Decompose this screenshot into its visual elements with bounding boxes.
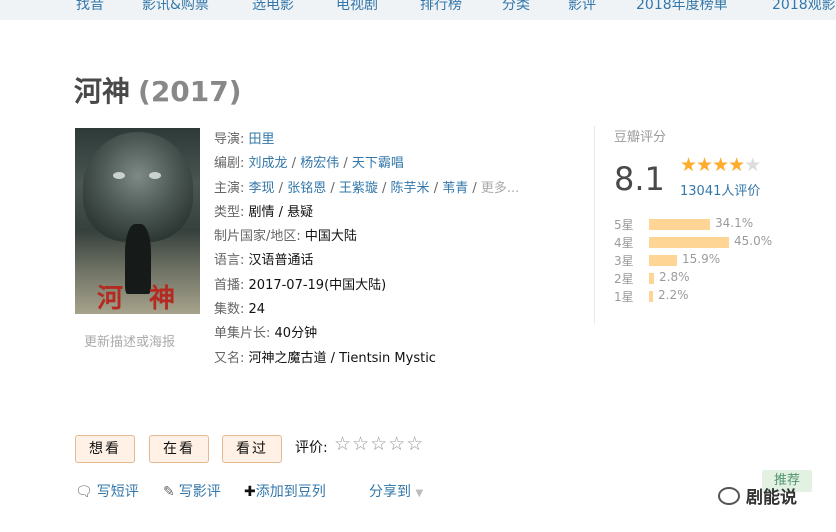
rate-label: 评价:: [295, 440, 328, 456]
language-value: 汉语普通话: [248, 253, 314, 269]
info-writers: 编剧: 刘成龙 / 杨宏伟 / 天下霸唱: [214, 156, 404, 172]
rate-stars-input[interactable]: ☆☆☆☆☆: [334, 433, 424, 455]
rating-title: 豆瓣评分: [614, 130, 667, 145]
rating-stars-icon: ★★★★★: [680, 154, 761, 176]
director-label: 导演:: [214, 132, 245, 147]
runtime-value: 40分钟: [274, 326, 318, 342]
cast-label: 主演:: [214, 180, 245, 196]
director-link[interactable]: 田里: [249, 132, 275, 147]
genre-label: 类型:: [214, 204, 245, 220]
info-block: 导演: 田里 编剧: 刘成龙 / 杨宏伟 / 天下霸唱 主演: 李现 / 张铭恩…: [214, 128, 534, 371]
write-short-review-link[interactable]: 🗨 写短评: [75, 481, 139, 501]
info-director: 导演: 田里: [214, 128, 534, 152]
aka-value: 河神之魔古道 / Tientsin Mystic: [248, 350, 436, 366]
watermark: 剧能说: [718, 483, 797, 508]
poster-eye: [149, 172, 161, 179]
nav-item[interactable]: 电视剧: [336, 0, 378, 14]
info-premiere: 首播: 2017-07-19(中国大陆): [214, 274, 534, 298]
rating-panel: 豆瓣评分 8.1 ★★★★★ 13041人评价 5星 34.1% 4星 45.0…: [594, 126, 794, 324]
rating-bar: [649, 237, 729, 248]
rating-row-label: 5星: [614, 218, 634, 232]
writer-label: 编剧:: [214, 156, 245, 172]
add-to-doulist-link[interactable]: ✚添加到豆列: [244, 481, 326, 501]
star-filled-icon: ★: [696, 154, 713, 176]
premiere-value: 2017-07-19(中国大陆): [248, 277, 387, 293]
share-dropdown[interactable]: 分享到 ▼: [369, 481, 423, 501]
cast-more-link[interactable]: 更多...: [481, 181, 519, 196]
poster-title-art: 河 神: [81, 278, 194, 314]
want-to-watch-button[interactable]: 想看: [75, 435, 135, 463]
title-year: (2017): [138, 75, 242, 108]
watching-button[interactable]: 在看: [149, 435, 209, 463]
poster-image[interactable]: 河 神: [75, 128, 200, 314]
rating-row-label: 3星: [614, 254, 634, 268]
info-episodes: 集数: 24: [214, 298, 534, 322]
writer-link[interactable]: 天下霸唱: [352, 156, 404, 171]
nav-item[interactable]: 分类: [502, 0, 530, 14]
page-title: 河神 (2017): [74, 70, 242, 110]
cast-link[interactable]: 李现: [249, 181, 275, 196]
cast-link[interactable]: 张铭恩: [287, 181, 326, 196]
info-runtime: 单集片长: 40分钟: [214, 322, 534, 346]
star-empty-icon: ★: [744, 154, 761, 176]
nav-item[interactable]: 影讯&购票: [142, 0, 209, 14]
writer-link[interactable]: 刘成龙: [249, 156, 288, 171]
rating-row-label: 4星: [614, 236, 634, 250]
rating-row-label: 2星: [614, 272, 634, 286]
rating-bar: [649, 273, 654, 284]
nav-item[interactable]: 2018年度榜单: [636, 0, 728, 14]
country-label: 制片国家/地区:: [214, 229, 301, 245]
cast-link[interactable]: 王紫璇: [339, 181, 378, 196]
info-genre: 类型: 剧情 / 悬疑: [214, 201, 534, 225]
language-label: 语言:: [214, 253, 245, 269]
pencil-icon: ✎: [163, 484, 175, 500]
star-filled-icon: ★: [728, 154, 745, 176]
rating-row-pct: 2.2%: [658, 288, 689, 302]
rating-votes-link[interactable]: 13041人评价: [680, 180, 760, 199]
rating-bar: [649, 219, 710, 230]
cast-link[interactable]: 陈芋米: [391, 181, 430, 196]
plus-icon: ✚: [244, 484, 256, 500]
writer-link[interactable]: 杨宏伟: [300, 156, 339, 171]
runtime-label: 单集片长:: [214, 326, 271, 342]
poster-glyph-left: 河: [97, 284, 124, 314]
info-aka: 又名: 河神之魔古道 / Tientsin Mystic: [214, 347, 534, 371]
nav-item[interactable]: 排行榜: [420, 0, 462, 14]
rating-row-pct: 34.1%: [715, 216, 754, 230]
episodes-label: 集数:: [214, 302, 245, 318]
comment-icon: 🗨: [75, 484, 93, 500]
episodes-value: 24: [248, 302, 266, 318]
rating-row-pct: 2.8%: [659, 270, 690, 284]
title-name: 河神: [74, 75, 131, 108]
rating-score: 8.1: [614, 160, 665, 198]
poster-glyph-right: 神: [149, 284, 176, 314]
info-cast: 主演: 李现 / 张铭恩 / 王紫璇 / 陈芋米 / 苇青 / 更多...: [214, 180, 520, 196]
rating-bar: [649, 255, 677, 266]
genre-value: 剧情 / 悬疑: [248, 204, 314, 220]
rating-row-label: 1星: [614, 290, 634, 304]
rating-bar: [649, 291, 653, 302]
info-country: 制片国家/地区: 中国大陆: [214, 225, 534, 249]
info-language: 语言: 汉语普通话: [214, 249, 534, 273]
watched-button[interactable]: 看过: [222, 435, 282, 463]
wechat-icon: [718, 487, 740, 505]
nav-item[interactable]: 影评: [568, 0, 596, 14]
star-filled-icon: ★: [680, 154, 697, 176]
nav-item[interactable]: 找音: [76, 0, 104, 14]
nav-item[interactable]: 选电影: [252, 0, 294, 14]
rating-row-pct: 45.0%: [734, 234, 773, 248]
top-nav: 找音 影讯&购票 选电影 电视剧 排行榜 分类 影评 2018年度榜单 2018…: [0, 0, 836, 20]
update-poster-link[interactable]: 更新描述或海报: [84, 331, 175, 350]
nav-item[interactable]: 2018观影: [772, 0, 836, 14]
aka-label: 又名:: [214, 350, 245, 366]
premiere-label: 首播:: [214, 277, 245, 293]
star-filled-icon: ★: [712, 154, 729, 176]
poster-eye: [113, 172, 125, 179]
chevron-down-icon: ▼: [415, 488, 424, 499]
cast-link[interactable]: 苇青: [442, 181, 468, 196]
country-value: 中国大陆: [304, 229, 357, 245]
rating-row-pct: 15.9%: [682, 252, 721, 266]
write-review-link[interactable]: ✎ 写影评: [163, 481, 221, 501]
